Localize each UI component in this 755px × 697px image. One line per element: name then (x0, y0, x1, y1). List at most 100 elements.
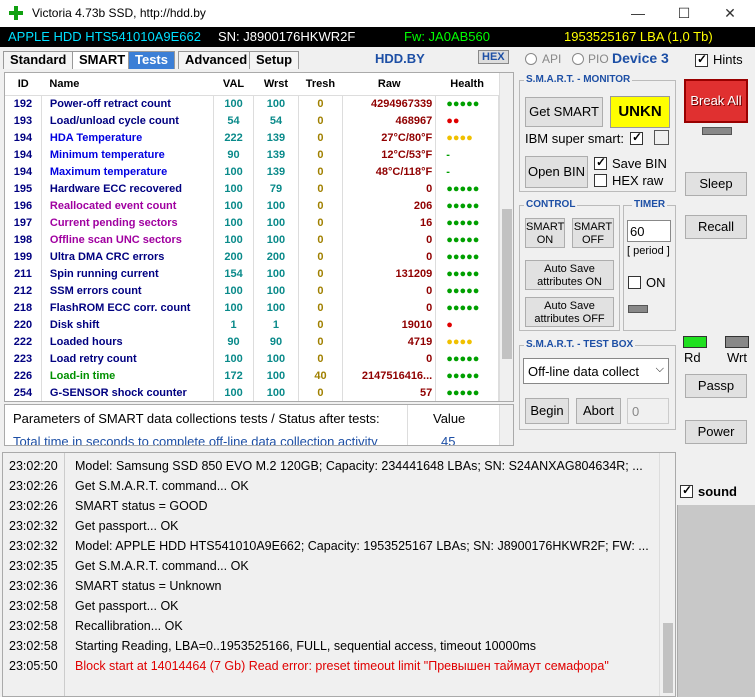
cell-id: 226 (5, 367, 42, 384)
cell-id: 199 (5, 248, 42, 265)
recall-button[interactable]: Recall (685, 215, 747, 239)
passport-button[interactable]: Passp (685, 374, 747, 398)
tab-row: Standard SMART Tests Advanced Setup HDD.… (0, 48, 518, 70)
cell-id: 198 (5, 231, 42, 248)
cell-raw: 468967 (342, 112, 437, 129)
write-led-label: Wrt (727, 350, 747, 365)
hex-button[interactable]: HEX (478, 50, 509, 64)
cell-tresh: 0 (298, 231, 344, 248)
table-scroll-thumb[interactable] (502, 209, 512, 359)
table-row[interactable]: 211 Spin running current 154 100 0 131209 ●●●●… (5, 265, 499, 282)
minimize-button[interactable]: — (615, 0, 661, 27)
drive-firmware: Fw: JA0AB560 (404, 29, 490, 44)
col-raw[interactable]: Raw (342, 73, 436, 96)
cell-raw: 19010 (342, 316, 437, 333)
hdd-by-link[interactable]: HDD.BY (375, 51, 425, 66)
drive-model: APPLE HDD HTS541010A9E662 (8, 29, 201, 44)
table-row[interactable]: 194 HDA Temperature 222 139 0 27°C/80°F ●●●● (5, 129, 499, 146)
api-radio[interactable] (525, 53, 537, 65)
params-scrollbar[interactable] (499, 405, 513, 445)
abort-button[interactable]: Abort (576, 398, 621, 424)
sound-checkbox[interactable] (680, 483, 693, 498)
cell-name: Ultra DMA CRC errors (41, 248, 214, 265)
save-bin-checkbox[interactable] (594, 155, 607, 170)
cell-val: 100 (213, 299, 255, 316)
drive-info-bar: APPLE HDD HTS541010A9E662 SN: J8900176HK… (0, 27, 755, 47)
col-wrst[interactable]: Wrst (253, 73, 299, 96)
cell-tresh: 0 (298, 248, 344, 265)
sleep-button[interactable]: Sleep (685, 172, 747, 196)
test-type-select[interactable]: Off-line data collect ⌵ (523, 358, 669, 384)
begin-button[interactable]: Begin (525, 398, 569, 424)
col-val[interactable]: VAL (213, 73, 254, 96)
table-row[interactable]: 226 Load-in time 172 100 40 2147516416... ●●●●… (5, 367, 499, 384)
table-row[interactable]: 194 Minimum temperature 90 139 0 12°C/53°F - (5, 146, 499, 163)
tab-smart[interactable]: SMART (72, 51, 133, 69)
smart-test-box-title: S.M.A.R.T. - TEST BOX (524, 339, 636, 350)
table-row[interactable]: 199 Ultra DMA CRC errors 200 200 0 0 ●●●●● (5, 248, 499, 265)
timer-on-checkbox[interactable] (628, 276, 641, 289)
device-label[interactable]: Device 3 (612, 50, 669, 66)
hex-raw-checkbox[interactable] (594, 174, 607, 187)
table-row[interactable]: 196 Reallocated event count 100 100 0 206 ●●●●… (5, 197, 499, 214)
close-button[interactable]: ✕ (707, 0, 753, 27)
ibm-super-smart-toggle[interactable] (654, 130, 669, 145)
cell-health: ●●●●● (435, 350, 499, 367)
table-row[interactable]: 218 FlashROM ECC corr. count 100 100 0 0 ●●●●● (5, 299, 499, 316)
get-smart-button[interactable]: Get SMART (525, 97, 603, 127)
cell-wrst: 100 (253, 231, 299, 248)
cell-health: ●● (435, 112, 499, 129)
timer-period-label: [ period ] (627, 245, 670, 257)
table-row[interactable]: 223 Load retry count 100 100 0 0 ●●●●● (5, 350, 499, 367)
pio-radio[interactable] (572, 53, 584, 65)
log-time: 23:02:58 (9, 639, 58, 653)
table-row[interactable]: 195 Hardware ECC recovered 100 79 0 0 ●●●●● (5, 180, 499, 197)
maximize-button[interactable]: ☐ (661, 0, 707, 27)
hints-checkbox[interactable] (695, 52, 708, 67)
break-all-button[interactable]: Break All (684, 79, 748, 123)
cell-health: ●●●● (435, 333, 499, 350)
tab-advanced[interactable]: Advanced (178, 51, 255, 69)
tab-tests[interactable]: Tests (128, 51, 175, 69)
table-row[interactable]: 220 Disk shift 1 1 0 19010 ● (5, 316, 499, 333)
cell-raw: 16 (342, 214, 437, 231)
tab-standard[interactable]: Standard (3, 51, 74, 69)
smart-off-button[interactable]: SMART OFF (572, 218, 614, 248)
cell-raw: 4294967339 (342, 95, 437, 112)
read-led-label: Rd (684, 350, 701, 365)
log-scroll-thumb[interactable] (663, 623, 673, 693)
cell-wrst: 100 (253, 95, 299, 112)
table-row[interactable]: 222 Loaded hours 90 90 0 4719 ●●●● (5, 333, 499, 350)
table-row[interactable]: 198 Offline scan UNC sectors 100 100 0 0 ●●●●● (5, 231, 499, 248)
table-row[interactable]: 194 Maximum temperature 100 139 0 48°C/118°F - (5, 163, 499, 180)
cell-name: FlashROM ECC corr. count (41, 299, 214, 316)
timer-period-input[interactable]: 60 (627, 220, 671, 242)
cell-health: ●●●●● (435, 231, 499, 248)
col-name[interactable]: Name (41, 73, 214, 96)
cell-wrst: 100 (253, 384, 299, 401)
cell-val: 90 (213, 333, 255, 350)
table-row[interactable]: 193 Load/unload cycle count 54 54 0 468967 ●● (5, 112, 499, 129)
power-button[interactable]: Power (685, 420, 747, 444)
cell-name: G-SENSOR shock counter (41, 384, 214, 401)
cell-val: 100 (213, 214, 255, 231)
autosave-on-button[interactable]: Auto Save attributes ON (525, 260, 614, 290)
log-scrollbar[interactable] (659, 453, 675, 696)
autosave-off-button[interactable]: Auto Save attributes OFF (525, 297, 614, 327)
open-bin-button[interactable]: Open BIN (525, 156, 588, 188)
col-id[interactable]: ID (5, 73, 42, 96)
tab-setup[interactable]: Setup (249, 51, 300, 69)
ibm-super-smart-checkbox[interactable] (630, 130, 643, 145)
col-tresh[interactable]: Tresh (298, 73, 343, 96)
cell-id: 192 (5, 95, 42, 112)
table-row[interactable]: 212 SSM errors count 100 100 0 0 ●●●●● (5, 282, 499, 299)
table-scrollbar[interactable] (499, 73, 513, 401)
col-health[interactable]: Health (435, 73, 499, 96)
smart-on-button[interactable]: SMART ON (525, 218, 565, 248)
table-row[interactable]: 197 Current pending sectors 100 100 0 16 ●●●●● (5, 214, 499, 231)
table-row[interactable]: 254 G-SENSOR shock counter 100 100 0 57 ●●●●● (5, 384, 499, 401)
table-row[interactable]: 192 Power-off retract count 100 100 0 4294967… (5, 95, 499, 112)
cell-tresh: 0 (298, 214, 344, 231)
cell-val: 100 (213, 282, 255, 299)
cell-name: Reallocated event count (41, 197, 214, 214)
